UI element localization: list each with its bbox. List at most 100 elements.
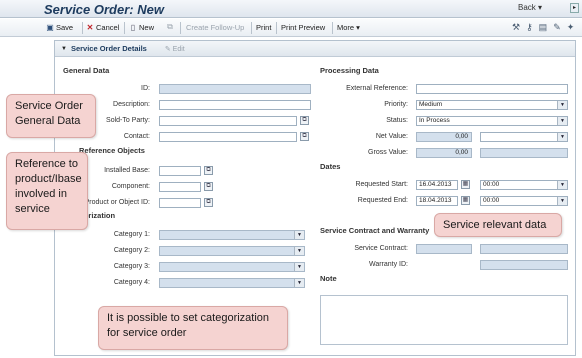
print-preview-button[interactable]: Print Preview xyxy=(281,23,325,32)
calendar-icon[interactable]: ▦ xyxy=(461,196,470,205)
copy-button[interactable]: ⧉ xyxy=(166,23,174,31)
page-title: Service Order: New xyxy=(44,2,164,17)
priority-value: Medium xyxy=(419,101,443,108)
category-2-label: Category 2: xyxy=(113,247,150,254)
edit-button[interactable]: ✎ Edit xyxy=(165,45,185,53)
category-2-select[interactable]: ▼ xyxy=(159,246,305,256)
requested-start-label: Requested Start: xyxy=(355,181,408,188)
settings-icon[interactable]: ✦ xyxy=(567,22,575,33)
service-contract-field xyxy=(416,244,472,254)
callout-service-data: Service relevant data xyxy=(434,213,562,237)
callout-reference-objects: Reference to product/Ibase involved in s… xyxy=(6,152,88,230)
currency-select[interactable]: ▼ xyxy=(480,132,568,142)
priority-select[interactable]: Medium ▼ xyxy=(416,100,568,110)
print-button[interactable]: Print xyxy=(256,23,271,32)
requested-end-date-field[interactable]: 18.04.2013 xyxy=(416,196,458,206)
category-1-select[interactable]: ▼ xyxy=(159,230,305,240)
category-4-label: Category 4: xyxy=(113,279,150,286)
gross-currency-field xyxy=(480,148,568,158)
requested-start-time-select[interactable]: 00:00 ▼ xyxy=(480,180,568,190)
priority-label: Priority: xyxy=(384,101,408,108)
external-reference-field[interactable] xyxy=(416,84,568,94)
installed-base-label: Installed Base: xyxy=(104,167,150,174)
gross-value-field: 0,00 xyxy=(416,148,472,158)
requested-end-time-select[interactable]: 00:00 ▼ xyxy=(480,196,568,206)
requested-end-time: 00:00 xyxy=(483,197,500,204)
category-1-label: Category 1: xyxy=(113,231,150,238)
chevron-down-icon: ▾ xyxy=(538,3,543,12)
copy-icon: ⧉ xyxy=(167,22,173,31)
description-label: Description: xyxy=(113,101,150,108)
save-button[interactable]: ▣ Save xyxy=(46,23,73,32)
warranty-id-field xyxy=(480,260,568,270)
category-3-select[interactable]: ▼ xyxy=(159,262,305,272)
installed-base-field[interactable] xyxy=(159,166,201,176)
contact-field[interactable] xyxy=(159,132,297,142)
value-help-icon[interactable]: ⧉ xyxy=(204,198,213,207)
net-value-field: 0,00 xyxy=(416,132,472,142)
description-field[interactable] xyxy=(159,100,311,110)
calendar-icon[interactable]: ▦ xyxy=(461,180,470,189)
sold-to-field[interactable] xyxy=(159,116,297,126)
value-help-icon[interactable]: ⧉ xyxy=(300,116,309,125)
requested-start-time: 00:00 xyxy=(483,181,500,188)
key-icon[interactable]: ⚷ xyxy=(526,22,533,33)
new-button[interactable]: ▯ New xyxy=(129,23,154,32)
warranty-id-label: Warranty ID: xyxy=(368,261,408,268)
save-label: Save xyxy=(56,23,74,32)
cancel-button[interactable]: ✕ Cancel xyxy=(86,23,120,32)
document-icon[interactable]: ▤ xyxy=(539,22,548,33)
collapse-triangle-icon[interactable]: ▼ xyxy=(61,46,67,52)
more-label: More xyxy=(337,23,355,32)
forward-icon[interactable]: ▸ xyxy=(570,3,579,13)
contract-warranty-title: Service Contract and Warranty xyxy=(320,226,430,235)
wrench-icon[interactable]: ⚒ xyxy=(512,22,520,33)
id-field[interactable] xyxy=(159,84,311,94)
product-field[interactable] xyxy=(159,198,201,208)
value-help-icon[interactable]: ⧉ xyxy=(204,182,213,191)
dates-title: Dates xyxy=(320,162,341,171)
panel-title: Service Order Details xyxy=(70,44,147,53)
chevron-down-icon[interactable]: ▼ xyxy=(294,247,304,255)
chevron-down-icon[interactable]: ▼ xyxy=(557,181,567,189)
sold-to-label: Sold-To Party: xyxy=(106,117,150,124)
status-value: In Process xyxy=(419,117,450,124)
callout-categorization: It is possible to set categorization for… xyxy=(98,306,288,350)
new-label: New xyxy=(139,23,155,32)
requested-end-label: Requested End: xyxy=(357,197,408,204)
callout-general-data: Service Order General Data xyxy=(6,94,96,138)
processing-data-title: Processing Data xyxy=(320,66,379,75)
toolbar: ▣ Save ✕ Cancel ▯ New ⧉ Create Follow-Up Pr… xyxy=(0,19,582,37)
status-select[interactable]: In Process ▼ xyxy=(416,116,568,126)
chevron-down-icon[interactable]: ▼ xyxy=(557,117,567,125)
value-help-icon[interactable]: ⧉ xyxy=(300,132,309,141)
status-label: Status: xyxy=(386,117,408,124)
requested-start-date-field[interactable]: 16.04.2013 xyxy=(416,180,458,190)
gross-value-label: Gross Value: xyxy=(368,149,408,156)
category-4-select[interactable]: ▼ xyxy=(159,278,305,288)
component-field[interactable] xyxy=(159,182,201,192)
chevron-down-icon[interactable]: ▼ xyxy=(557,133,567,141)
pencil-icon[interactable]: ✎ xyxy=(553,22,561,33)
chevron-down-icon[interactable]: ▼ xyxy=(557,197,567,205)
product-label: Product or Object ID: xyxy=(84,199,150,206)
value-help-icon[interactable]: ⧉ xyxy=(204,166,213,175)
general-data-title: General Data xyxy=(63,66,110,75)
net-value-label: Net Value: xyxy=(375,133,408,140)
chevron-down-icon[interactable]: ▼ xyxy=(294,231,304,239)
note-textarea[interactable] xyxy=(320,295,568,345)
create-follow-up-button[interactable]: Create Follow-Up xyxy=(186,23,244,32)
back-button[interactable]: Back ▾ xyxy=(518,3,542,12)
chevron-down-icon[interactable]: ▼ xyxy=(557,101,567,109)
component-label: Component: xyxy=(111,183,150,190)
back-label: Back xyxy=(518,3,536,12)
chevron-down-icon: ▾ xyxy=(356,23,360,32)
edit-label: Edit xyxy=(172,45,185,53)
cancel-label: Cancel xyxy=(96,23,120,32)
more-button[interactable]: More ▾ xyxy=(337,23,360,32)
new-document-icon: ▯ xyxy=(130,22,136,32)
panel-header[interactable]: ▼ Service Order Details ✎ Edit xyxy=(55,41,575,57)
save-icon: ▣ xyxy=(46,22,54,32)
chevron-down-icon[interactable]: ▼ xyxy=(294,279,304,287)
chevron-down-icon[interactable]: ▼ xyxy=(294,263,304,271)
